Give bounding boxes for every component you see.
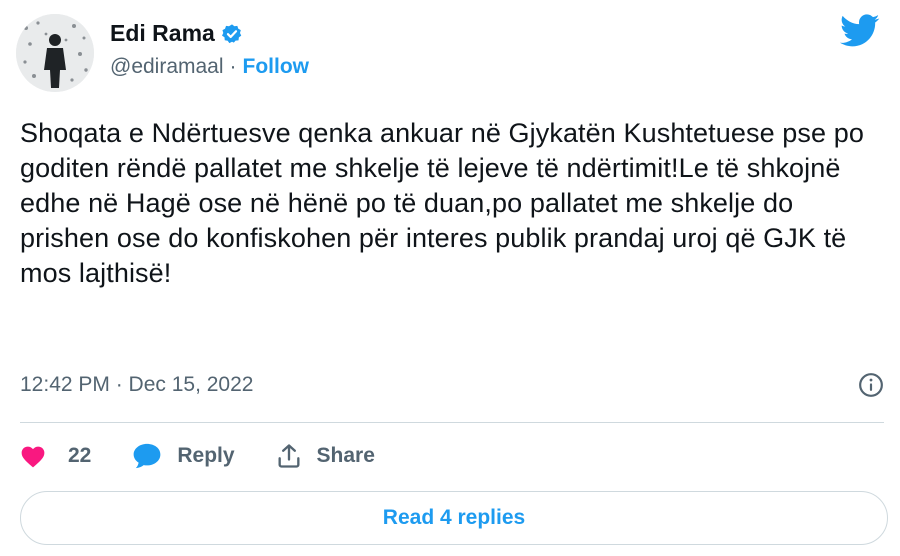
- reply-button[interactable]: Reply: [131, 442, 235, 470]
- share-label: Share: [316, 444, 375, 467]
- read-replies-button[interactable]: Read 4 replies: [20, 491, 888, 545]
- twitter-bird-icon[interactable]: [840, 14, 880, 48]
- avatar[interactable]: [16, 14, 94, 92]
- like-button[interactable]: 22: [20, 444, 91, 468]
- handle-separator: ·: [229, 55, 237, 78]
- heart-icon: [20, 444, 46, 468]
- handle-row: @ediramaal · Follow: [110, 55, 309, 79]
- divider: [20, 422, 884, 423]
- verified-badge-icon: [221, 23, 243, 45]
- tweet-text: Shoqata e Ndërtuesve qenka ankuar në Gjy…: [20, 118, 864, 288]
- tweet-timestamp[interactable]: 12:42 PM · Dec 15, 2022: [20, 373, 253, 397]
- author-handle[interactable]: @ediramaal: [110, 55, 224, 79]
- share-button[interactable]: Share: [275, 442, 375, 470]
- follow-button[interactable]: Follow: [243, 55, 310, 79]
- reply-bubble-icon: [131, 442, 163, 470]
- info-icon[interactable]: [858, 372, 884, 398]
- tweet-actions: 22 Reply Share: [20, 438, 415, 474]
- display-name[interactable]: Edi Rama: [110, 20, 215, 47]
- reply-label: Reply: [177, 444, 235, 467]
- share-icon: [275, 442, 303, 470]
- author-name-row: Edi Rama: [110, 20, 243, 47]
- tweet-card: Edi Rama @ediramaal · Follow Shoqata e N…: [0, 0, 900, 556]
- like-count: 22: [68, 444, 92, 467]
